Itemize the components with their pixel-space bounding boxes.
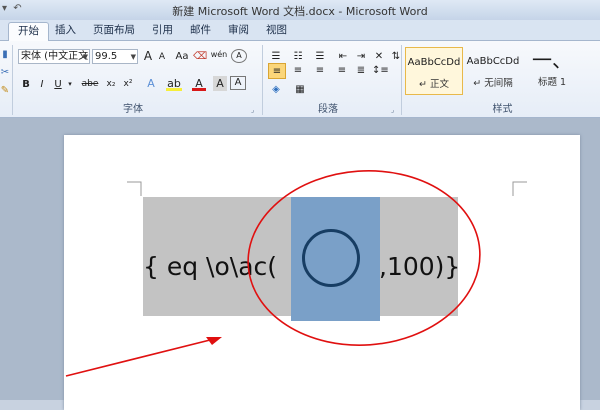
annotation-ellipse (247, 170, 481, 346)
annotation-arrow-line (65, 337, 219, 377)
annotation-layer (65, 170, 481, 377)
